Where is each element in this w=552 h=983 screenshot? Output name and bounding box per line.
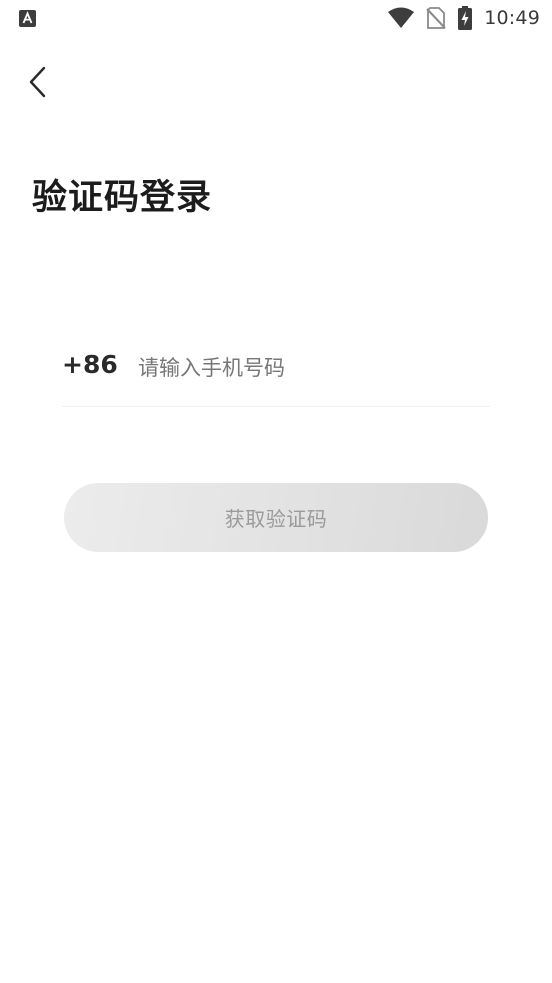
app-notification-icon	[19, 10, 36, 27]
phone-number-input[interactable]	[138, 350, 478, 386]
page-title: 验证码登录	[32, 178, 213, 218]
status-time: 10:49	[484, 7, 540, 29]
get-verification-code-button[interactable]: 获取验证码	[64, 483, 488, 552]
status-icons: 10:49	[388, 6, 540, 30]
no-sim-icon	[426, 7, 446, 29]
status-bar: 10:49	[0, 0, 552, 36]
wifi-icon	[388, 7, 415, 28]
country-code-selector[interactable]: +86	[62, 350, 118, 379]
back-button[interactable]	[22, 60, 62, 104]
battery-charging-icon	[458, 6, 473, 30]
chevron-left-icon	[29, 66, 46, 98]
get-verification-code-label: 获取验证码	[224, 507, 328, 531]
phone-row: +86	[62, 344, 490, 407]
